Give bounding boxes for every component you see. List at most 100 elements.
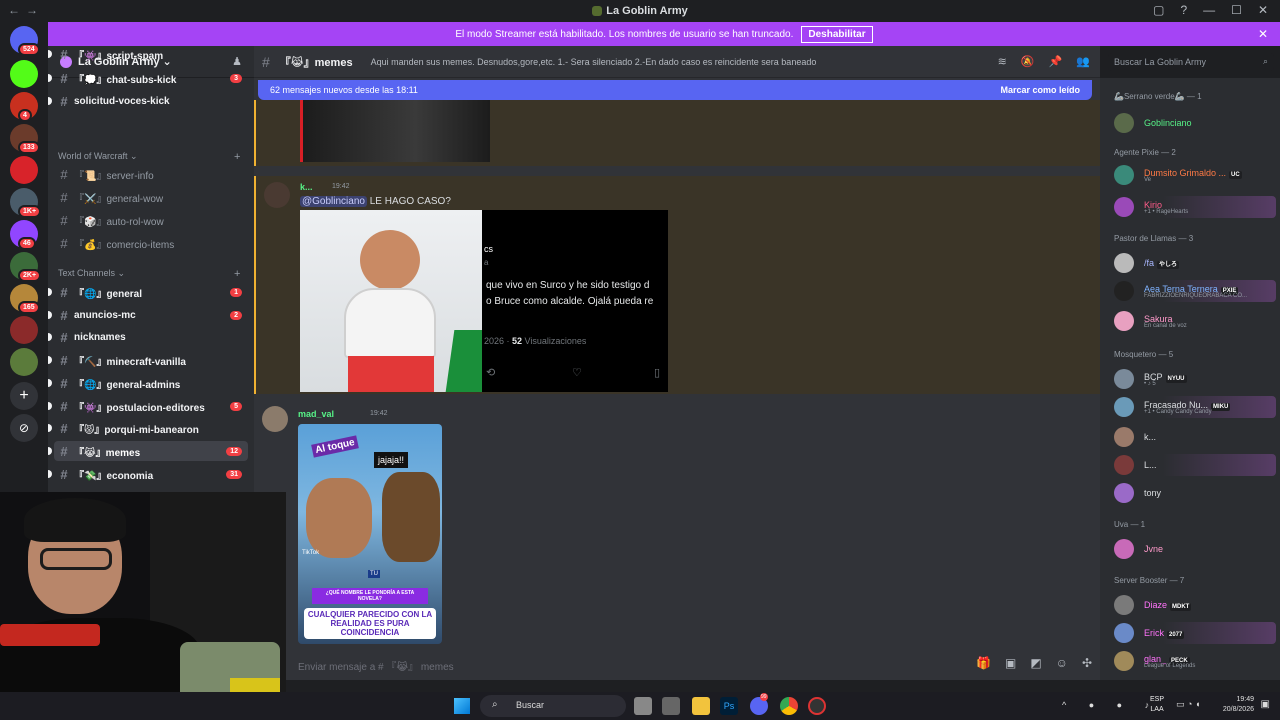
add-server-icon[interactable]: +: [10, 382, 38, 410]
server-icon[interactable]: [10, 60, 38, 88]
avatar[interactable]: [1114, 595, 1134, 615]
mute-bell-icon[interactable]: 🔕: [1021, 55, 1035, 68]
category-header[interactable]: Text Channels ⌄ +: [58, 268, 240, 280]
channel-item[interactable]: # 『🎲』auto-rol-wow: [54, 210, 248, 230]
task-view-icon[interactable]: [634, 697, 652, 715]
new-messages-bar[interactable]: 62 mensajes nuevos desde las 18:11 Marca…: [258, 80, 1092, 100]
member-item[interactable]: L...: [1114, 454, 1276, 476]
channel-item[interactable]: # 『⚔️』general-wow: [54, 187, 248, 207]
member-item[interactable]: Erick 2077: [1114, 622, 1276, 644]
avatar[interactable]: [264, 182, 290, 208]
message-composer[interactable]: Enviar mensaje a # 『😹』 memes 🎁 ▣ ◩ ☺ ✣: [284, 648, 1100, 678]
member-item[interactable]: Kirio +1 • RageHearts: [1114, 196, 1276, 218]
avatar[interactable]: [1114, 253, 1134, 273]
member-item[interactable]: Goblinciano: [1114, 112, 1276, 134]
avatar[interactable]: [1114, 311, 1134, 331]
maximize-button[interactable]: ☐: [1231, 3, 1242, 17]
avatar[interactable]: [1114, 427, 1134, 447]
avatar[interactable]: [1114, 165, 1134, 185]
message-author[interactable]: k...: [300, 182, 313, 192]
avatar[interactable]: [1114, 483, 1134, 503]
file-explorer-icon[interactable]: [692, 697, 710, 715]
avatar[interactable]: [1114, 651, 1134, 671]
member-item[interactable]: glan_ PECK League of Legends: [1114, 650, 1276, 672]
message-author[interactable]: mad_val: [298, 409, 334, 419]
pin-icon[interactable]: 📌: [1049, 55, 1063, 68]
previous-image[interactable]: [300, 100, 490, 162]
threads-icon[interactable]: ≋: [998, 55, 1007, 68]
sticker-icon[interactable]: ◩: [1030, 656, 1041, 670]
channel-item[interactable]: # 『🌐』general 1: [48, 282, 248, 302]
member-item[interactable]: Dumsito Grimaldo ... UC Ve: [1114, 164, 1276, 186]
close-button[interactable]: ✕: [1258, 3, 1268, 17]
windows-start-icon[interactable]: [454, 698, 470, 714]
avatar[interactable]: [1114, 113, 1134, 133]
avatar[interactable]: [1114, 397, 1134, 417]
minimize-button[interactable]: —: [1203, 3, 1215, 17]
emoji-icon[interactable]: ☺: [1056, 656, 1068, 670]
apps-icon[interactable]: ✣: [1082, 656, 1092, 670]
channel-topic[interactable]: Aqui manden sus memes. Desnudos,gore,etc…: [371, 57, 817, 67]
mark-read-button[interactable]: Marcar como leído: [1000, 85, 1080, 95]
notification-icon[interactable]: ▣: [1261, 699, 1270, 710]
discover-icon[interactable]: ⊘: [10, 414, 38, 442]
add-channel-icon[interactable]: +: [234, 151, 240, 163]
photoshop-icon[interactable]: Ps: [720, 697, 738, 715]
chrome-icon[interactable]: [780, 697, 798, 715]
member-item[interactable]: tony: [1114, 482, 1276, 504]
avatar[interactable]: [1114, 281, 1134, 301]
channel-item[interactable]: # 『📜』server-info: [54, 164, 248, 184]
member-item[interactable]: Jvne: [1114, 538, 1276, 560]
taskbar-search[interactable]: ⌕ Buscar: [480, 695, 626, 717]
member-item[interactable]: BCP NYUU • ♪ 5: [1114, 368, 1276, 390]
add-channel-icon[interactable]: +: [234, 268, 240, 280]
channel-item[interactable]: # nicknames: [48, 327, 248, 347]
channel-item[interactable]: # solicitud-voces-kick: [48, 91, 248, 111]
app-icon[interactable]: [662, 697, 680, 715]
retweet-icon[interactable]: ⟲: [486, 366, 495, 379]
member-item[interactable]: Sakura En canal de voz: [1114, 310, 1276, 332]
discord-icon[interactable]: 99: [750, 693, 768, 715]
avatar[interactable]: [1114, 455, 1134, 475]
member-item[interactable]: k...: [1114, 426, 1276, 448]
gif-icon[interactable]: ▣: [1005, 656, 1016, 670]
server-icon[interactable]: [10, 316, 38, 344]
clock[interactable]: 19:49 20/8/2026: [1223, 695, 1254, 715]
channel-item[interactable]: # 『😾』porqui-mi-banearon: [48, 418, 248, 438]
channel-item[interactable]: # 『😹』memes 12: [48, 441, 248, 461]
bookmark-icon[interactable]: ▯: [654, 366, 660, 379]
category-header[interactable]: World of Warcraft ⌄ +: [58, 151, 240, 163]
members-icon[interactable]: 👥: [1076, 55, 1090, 68]
avatar[interactable]: [1114, 369, 1134, 389]
channel-item[interactable]: # 『💭』chat-subs-kick 3: [48, 68, 248, 88]
server-icon[interactable]: [10, 156, 38, 184]
channel-item[interactable]: # 『⛏️』minecraft-vanilla: [48, 350, 248, 370]
video-attachment[interactable]: Al toque jajaja!! TikTok TU ¿QUÉ NOMBRE …: [298, 424, 442, 644]
disable-streamer-button[interactable]: Deshabilitar: [801, 25, 873, 43]
app-icon-red[interactable]: [808, 697, 826, 715]
inbox-icon[interactable]: ▢: [1153, 3, 1164, 17]
member-item[interactable]: /fa やしろ: [1114, 252, 1276, 274]
gift-icon[interactable]: 🎁: [976, 656, 991, 670]
network-icons[interactable]: ▭ ◔ ◖: [1176, 699, 1200, 710]
avatar[interactable]: [1114, 197, 1134, 217]
tweet-embed[interactable]: cs a que vivo en Surco y he sido testigo…: [482, 210, 668, 392]
channel-item[interactable]: # 『👾』script-spam: [48, 46, 248, 64]
close-icon[interactable]: ✕: [1258, 27, 1268, 41]
member-item[interactable]: Fracasado Nu... MIKU +1 • Candy Candy Cand…: [1114, 396, 1276, 418]
help-icon[interactable]: ?: [1180, 3, 1187, 17]
avatar[interactable]: [1114, 623, 1134, 643]
avatar[interactable]: [1114, 539, 1134, 559]
channel-item[interactable]: # anuncios-mc 2: [48, 305, 248, 325]
server-icon[interactable]: [10, 348, 38, 376]
like-icon[interactable]: ♡: [572, 366, 582, 379]
avatar[interactable]: [262, 406, 288, 432]
channel-item[interactable]: # 『👾』postulacion-editores 5: [48, 396, 248, 416]
member-item[interactable]: Aea Terna Ternera PXIE FABRIZZIOENRIQUEORA…: [1114, 280, 1276, 302]
channel-item[interactable]: # 『💰』comercio-items: [54, 233, 248, 253]
image-attachment[interactable]: [300, 210, 482, 392]
language-indicator[interactable]: ESP LAA: [1150, 695, 1164, 715]
channel-item[interactable]: # 『🌐』general-admins: [48, 373, 248, 393]
channel-item[interactable]: # 『💸』economia 31: [48, 464, 248, 484]
member-item[interactable]: Diaze MDKT: [1114, 594, 1276, 616]
